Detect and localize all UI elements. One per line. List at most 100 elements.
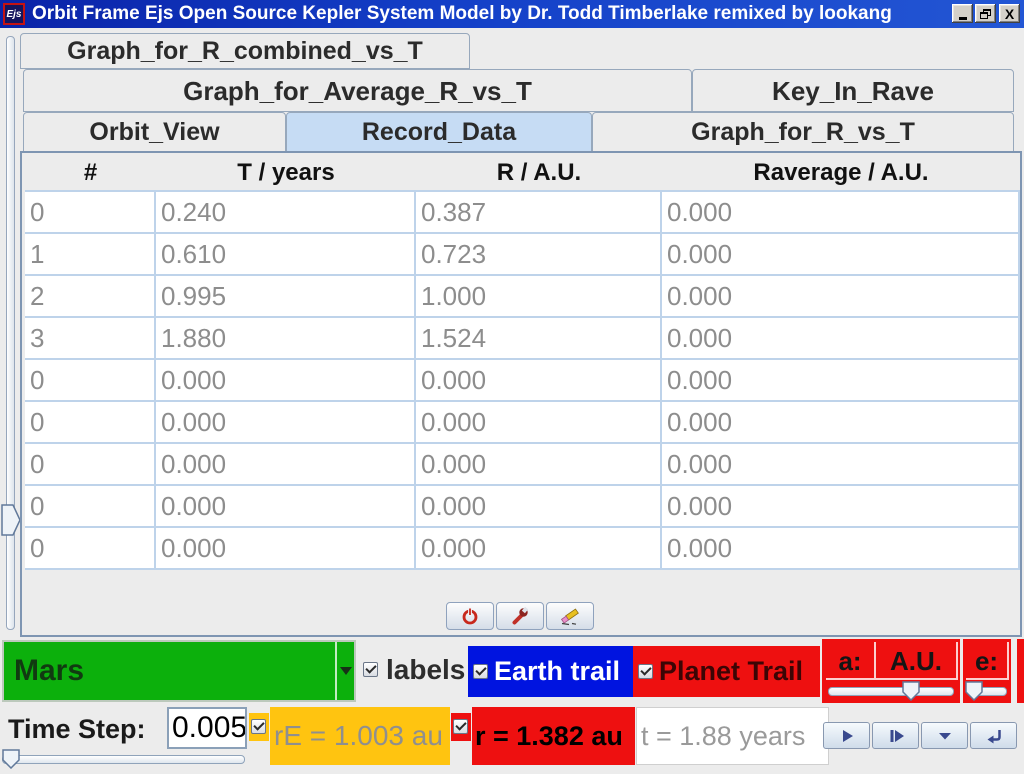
table-row[interactable]: 00.0000.0000.000: [25, 528, 1020, 570]
play-icon: [837, 726, 857, 746]
table-cell: 0.000: [416, 444, 662, 484]
table-cell: 0.000: [662, 318, 1020, 358]
table-cell: 0: [25, 444, 156, 484]
step-button[interactable]: [872, 722, 919, 749]
semimajor-axis-control-group: a: A.U.: [822, 639, 960, 703]
tab-graph-for-r-combined-vs-t[interactable]: Graph_for_R_combined_vs_T: [20, 33, 470, 69]
tab-graph-for-r-vs-t[interactable]: Graph_for_R_vs_T: [592, 112, 1014, 152]
playback-controls: [823, 722, 1017, 749]
tab-graph-for-average-r-vs-t[interactable]: Graph_for_Average_R_vs_T: [23, 69, 692, 112]
record-table-rows: 00.2400.3870.00010.6100.7230.00020.9951.…: [25, 190, 1020, 570]
table-cell: 0: [25, 192, 156, 232]
table-cell: 0.000: [416, 402, 662, 442]
table-cell: 2: [25, 276, 156, 316]
planet-trail-label: Planet Trail: [659, 646, 803, 697]
table-cell: 0: [25, 402, 156, 442]
table-cell: 1: [25, 234, 156, 274]
record-data-panel: # T / years R / A.U. Raverage / A.U. 00.…: [20, 151, 1022, 637]
table-cell: 0: [25, 486, 156, 526]
table-cell: 3: [25, 318, 156, 358]
column-header[interactable]: Raverage / A.U.: [662, 155, 1020, 190]
time-step-slider-thumb[interactable]: [2, 749, 20, 774]
dropdown-arrow-button[interactable]: [335, 642, 354, 700]
close-button[interactable]: X: [999, 4, 1020, 23]
show-more-button[interactable]: [921, 722, 968, 749]
table-cell: 0.723: [416, 234, 662, 274]
table-row[interactable]: 20.9951.0000.000: [25, 276, 1020, 318]
table-row[interactable]: 31.8801.5240.000: [25, 318, 1020, 360]
clear-data-button[interactable]: [546, 602, 594, 630]
table-cell: 0.000: [662, 360, 1020, 400]
table-row[interactable]: 00.2400.3870.000: [25, 192, 1020, 234]
tab-record-data[interactable]: Record_Data: [286, 112, 592, 152]
table-row[interactable]: 00.0000.0000.000: [25, 486, 1020, 528]
rE-checkbox[interactable]: [251, 719, 266, 734]
table-cell: 1.880: [156, 318, 416, 358]
table-cell: 0.000: [662, 234, 1020, 274]
table-cell: 0.000: [416, 528, 662, 568]
rE-readout: rE = 1.003 au: [270, 707, 450, 765]
wrench-icon: [510, 606, 530, 626]
earth-trail-label: Earth trail: [494, 646, 620, 697]
power-button[interactable]: [446, 602, 494, 630]
column-header[interactable]: T / years: [156, 155, 416, 190]
table-row[interactable]: 10.6100.7230.000: [25, 234, 1020, 276]
table-row[interactable]: 00.0000.0000.000: [25, 360, 1020, 402]
r-checkbox[interactable]: [453, 719, 468, 734]
tab-orbit-view[interactable]: Orbit_View: [23, 112, 286, 152]
table-cell: 0.000: [662, 276, 1020, 316]
table-cell: 0.610: [156, 234, 416, 274]
table-cell: 0: [25, 360, 156, 400]
table-cell: 1.524: [416, 318, 662, 358]
table-cell: 0.000: [662, 444, 1020, 484]
restore-icon: [980, 9, 991, 19]
reset-button[interactable]: [970, 722, 1017, 749]
down-arrow-thumb-icon: [902, 681, 920, 701]
table-cell: 0.995: [156, 276, 416, 316]
e-slider-thumb[interactable]: [965, 681, 983, 706]
labels-checkbox-label: labels: [386, 646, 465, 694]
right-arrow-thumb-icon: [1, 504, 21, 536]
down-arrow-thumb-icon: [2, 749, 20, 769]
minimize-button[interactable]: [952, 4, 973, 23]
table-cell: 0.000: [662, 528, 1020, 568]
table-cell: 0: [25, 528, 156, 568]
step-icon: [886, 726, 906, 746]
app-icon: Ejs: [3, 3, 25, 25]
r-readout-toggle[interactable]: [451, 713, 471, 741]
play-button[interactable]: [823, 722, 870, 749]
planet-select-value: Mars: [14, 642, 84, 700]
down-icon: [935, 726, 955, 746]
e-label: e:: [966, 642, 1009, 680]
time-step-slider-track[interactable]: [2, 755, 245, 764]
down-arrow-thumb-icon: [965, 681, 983, 701]
table-cell: 0.000: [662, 402, 1020, 442]
eraser-icon: [559, 606, 581, 626]
time-step-label: Time Step:: [8, 708, 146, 750]
rE-readout-toggle[interactable]: [249, 713, 269, 741]
table-header: # T / years R / A.U. Raverage / A.U.: [25, 155, 1020, 190]
table-cell: 0.000: [156, 360, 416, 400]
table-cell: 0.000: [416, 486, 662, 526]
tab-key-in-rave[interactable]: Key_In_Rave: [692, 69, 1014, 112]
earth-trail-checkbox[interactable]: [473, 664, 488, 679]
clipped-control-group: [1017, 639, 1024, 703]
close-icon: X: [1005, 7, 1014, 21]
data-tool-button[interactable]: [496, 602, 544, 630]
column-header[interactable]: #: [25, 155, 156, 190]
time-step-input[interactable]: [167, 707, 247, 749]
earth-trail-toggle[interactable]: Earth trail: [468, 646, 633, 697]
planet-trail-toggle[interactable]: Planet Trail: [633, 646, 820, 697]
restore-button[interactable]: [975, 4, 996, 23]
labels-checkbox[interactable]: [363, 662, 378, 677]
time-readout: t = 1.88 years: [636, 707, 829, 765]
a-label: a:: [826, 642, 876, 680]
table-row[interactable]: 00.0000.0000.000: [25, 402, 1020, 444]
table-row[interactable]: 00.0000.0000.000: [25, 444, 1020, 486]
planet-trail-checkbox[interactable]: [638, 664, 653, 679]
a-slider-track[interactable]: [828, 687, 954, 696]
planet-select-dropdown[interactable]: Mars: [2, 640, 356, 702]
a-slider-thumb[interactable]: [902, 681, 920, 706]
column-header[interactable]: R / A.U.: [416, 155, 662, 190]
left-vertical-slider-thumb[interactable]: [1, 504, 21, 541]
